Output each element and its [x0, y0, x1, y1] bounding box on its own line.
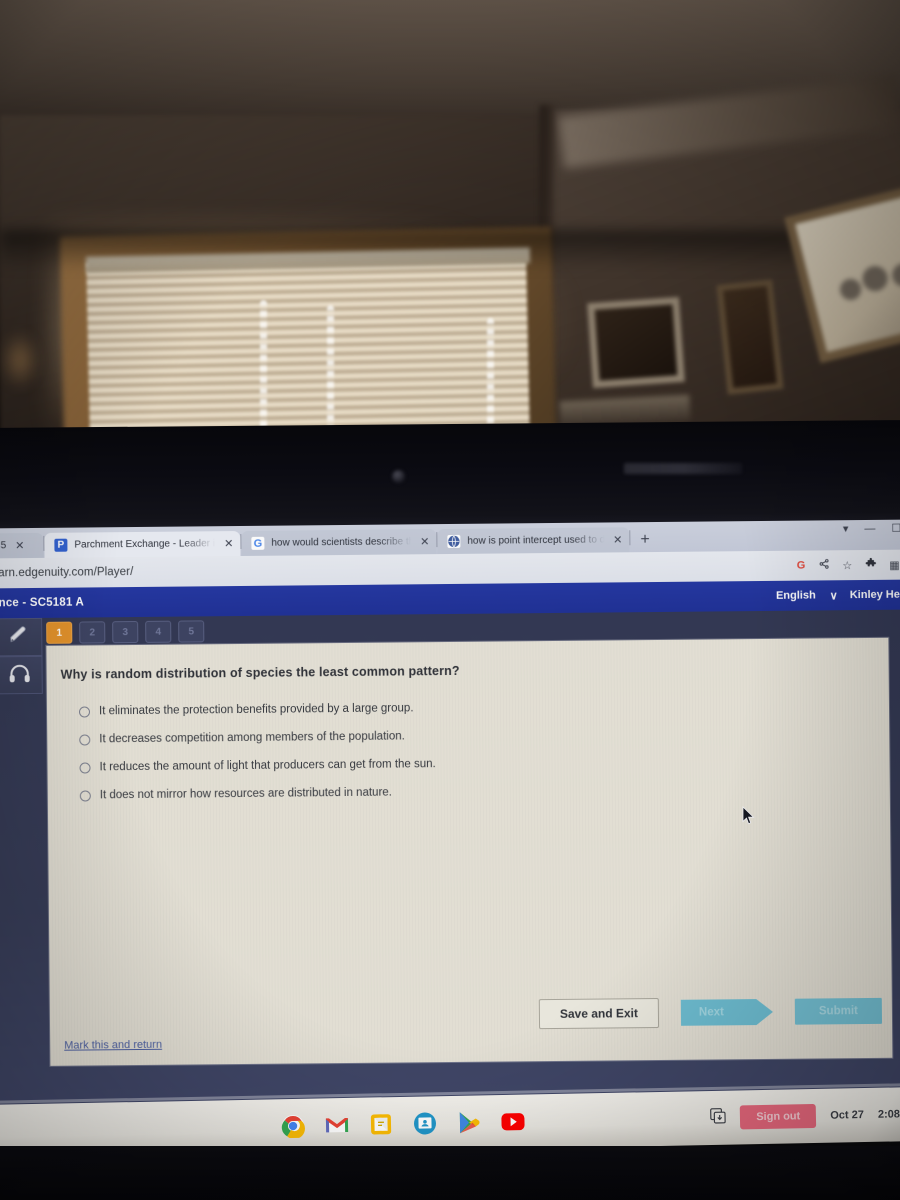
picture-artwork [818, 232, 900, 318]
user-name[interactable]: Kinley He [850, 589, 900, 601]
new-tab-button[interactable]: + [630, 531, 660, 552]
audio-tool-button[interactable] [0, 655, 43, 695]
pencil-icon [7, 625, 31, 650]
submit-button[interactable]: Submit [794, 997, 883, 1025]
framed-picture [716, 279, 784, 395]
question-nav-item-2[interactable]: 2 [79, 621, 106, 644]
classroom-icon[interactable] [412, 1110, 438, 1136]
browser-tab[interactable]: how is point intercept used to de ✕ [437, 527, 630, 555]
save-and-exit-button[interactable]: Save and Exit [538, 998, 660, 1030]
blind-cord [327, 305, 334, 437]
next-button[interactable]: Next [681, 999, 773, 1026]
tab-close-icon[interactable]: ✕ [224, 537, 233, 550]
question-nav: 1 2 3 4 5 [46, 620, 205, 644]
sign-out-button[interactable]: Sign out [740, 1103, 817, 1130]
question-nav-item-3[interactable]: 3 [112, 620, 139, 644]
language-selector[interactable]: English ∨ [776, 589, 838, 603]
tab-close-icon[interactable]: ✕ [15, 539, 24, 552]
extensions-puzzle-icon[interactable] [865, 557, 876, 572]
side-panel-icon[interactable]: ▦ [889, 558, 900, 571]
answer-option-label: It eliminates the protection benefits pr… [98, 702, 414, 718]
minimize-icon[interactable]: — [864, 522, 875, 534]
question-card: Why is random distribution of species th… [46, 637, 893, 1066]
course-title: ence - SC5181 A [0, 596, 85, 610]
webcam-icon [392, 470, 405, 483]
radio-button-icon[interactable] [79, 761, 91, 774]
omnibox-icon-group: G ☆ ▦ [797, 550, 900, 581]
chevron-down-icon[interactable]: ▾ [843, 522, 849, 535]
shelf-status-area: Sign out Oct 27 2:08 [710, 1102, 900, 1130]
answer-option[interactable]: It decreases competition among members o… [79, 722, 436, 753]
mouse-cursor [742, 806, 756, 831]
headphones-icon [8, 663, 32, 688]
chevron-down-icon[interactable]: ∨ [830, 589, 838, 602]
answer-option-label: It reduces the amount of light that prod… [99, 758, 436, 774]
app-body: 1 2 3 4 5 Why is random distribution of … [0, 609, 900, 1109]
tool-rail [0, 617, 43, 695]
answer-option-label: It decreases competition among members o… [99, 730, 405, 746]
parchment-icon: P [54, 538, 68, 552]
gmail-icon[interactable] [324, 1112, 350, 1138]
radio-button-icon[interactable] [79, 733, 91, 746]
tab-title: C5 [0, 540, 7, 552]
room-photo-background [0, 0, 900, 440]
header-right-group: English ∨ Kinley He [776, 588, 900, 602]
answer-option-label: It does not mirror how resources are dis… [99, 786, 392, 802]
language-label: English [775, 589, 816, 602]
screenshot-root: C5 ✕ P Parchment Exchange - Leader in ✕ … [0, 0, 900, 1200]
tab-close-icon[interactable]: ✕ [613, 533, 622, 546]
radio-button-icon[interactable] [78, 705, 91, 718]
answer-option[interactable]: It does not mirror how resources are dis… [79, 778, 437, 809]
shelf-date[interactable]: Oct 27 [830, 1109, 864, 1122]
framed-picture [587, 296, 685, 389]
tab-title: Parchment Exchange - Leader in [74, 538, 216, 551]
chrome-icon[interactable] [280, 1113, 306, 1139]
answer-options-list: It eliminates the protection benefits pr… [78, 694, 437, 809]
tab-title: how is point intercept used to de [467, 534, 605, 547]
bookmark-star-icon[interactable]: ☆ [842, 559, 852, 572]
address-bar[interactable]: earn.edgenuity.com/Player/ [0, 566, 133, 579]
action-button-row: Save and Exit Next Submit [538, 996, 883, 1030]
shelf-app-group [280, 1109, 526, 1140]
laptop-brand-logo [624, 463, 742, 474]
lamp-glow [0, 330, 40, 390]
globe-icon [447, 534, 461, 549]
maximize-icon[interactable]: ☐ [891, 522, 900, 535]
tab-title: how would scientists describe th [271, 536, 412, 549]
share-icon[interactable] [818, 558, 829, 572]
highlighter-tool-button[interactable] [0, 617, 43, 657]
keep-icon[interactable] [368, 1111, 394, 1137]
shelf-time[interactable]: 2:08 [878, 1108, 900, 1120]
blind-cord [487, 318, 494, 438]
google-icon: G [251, 536, 265, 550]
window-blinds [86, 253, 530, 440]
window-controls: ▾ — ☐ [843, 522, 900, 535]
youtube-icon[interactable] [500, 1109, 526, 1135]
laptop-screen: C5 ✕ P Parchment Exchange - Leader in ✕ … [0, 519, 900, 1109]
window-top-shadow [0, 230, 900, 270]
blind-cord [260, 300, 267, 435]
screen-capture-icon[interactable] [710, 1107, 727, 1128]
browser-tab[interactable]: G how would scientists describe th ✕ [241, 529, 437, 556]
radio-button-icon[interactable] [79, 789, 91, 802]
question-prompt: Why is random distribution of species th… [60, 663, 460, 682]
question-nav-item-5[interactable]: 5 [178, 620, 205, 643]
mark-this-and-return-link[interactable]: Mark this and return [64, 1039, 162, 1052]
tab-close-icon[interactable]: ✕ [420, 535, 429, 548]
browser-tab[interactable]: P Parchment Exchange - Leader in ✕ [44, 531, 241, 558]
play-store-icon[interactable] [456, 1109, 482, 1135]
laptop-bezel [0, 419, 900, 537]
question-nav-item-4[interactable]: 4 [145, 620, 172, 643]
laptop-lower-bezel [0, 1146, 900, 1200]
question-nav-item-1[interactable]: 1 [46, 621, 73, 644]
answer-option[interactable]: It reduces the amount of light that prod… [79, 750, 436, 781]
answer-option[interactable]: It eliminates the protection benefits pr… [78, 694, 436, 725]
google-icon[interactable]: G [797, 560, 806, 572]
browser-tab[interactable]: C5 ✕ [0, 532, 44, 559]
